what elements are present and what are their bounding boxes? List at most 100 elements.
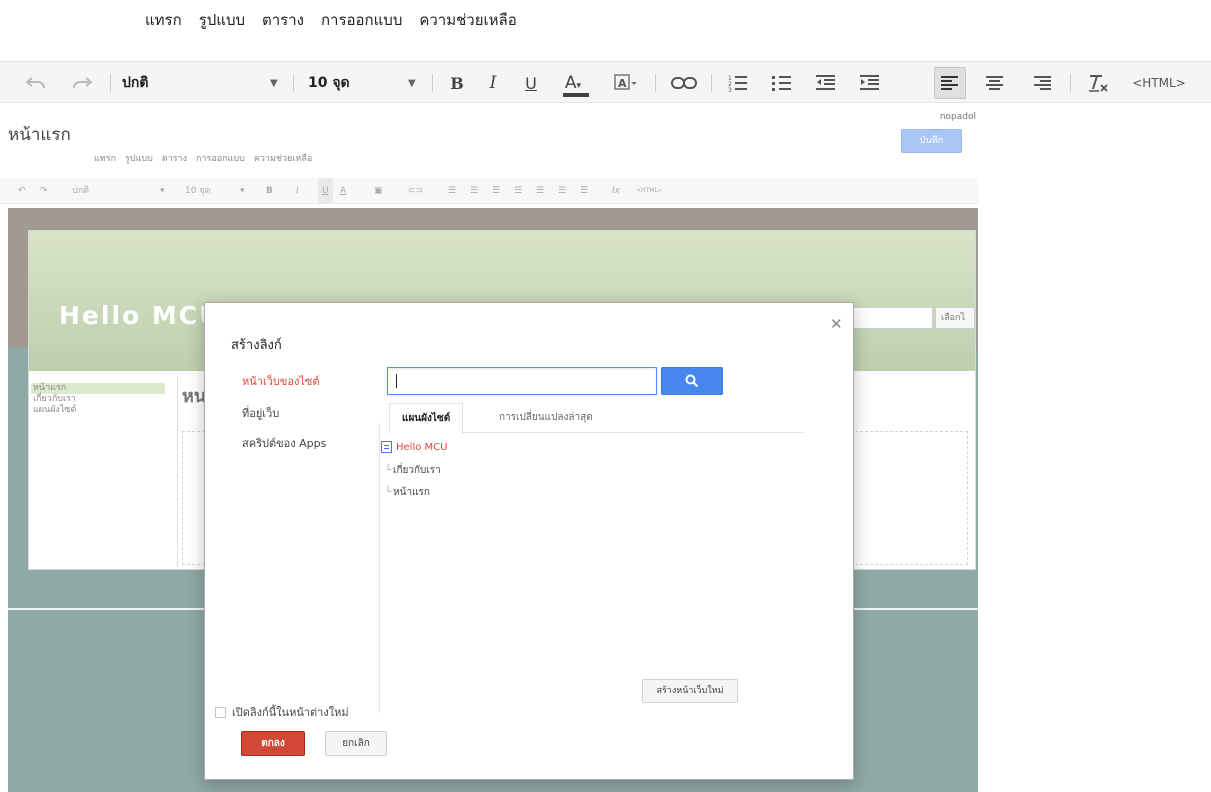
- small-align-left-icon[interactable]: ☰: [536, 178, 544, 204]
- small-toolbar: ↶ ↷ ปกติ ▾ 10 จุด ▾ B I U A ▣ ⊂⊃ ☰ ☰ ☰ ☰…: [0, 178, 978, 204]
- nav-apps-script[interactable]: สคริปต์ของ Apps: [242, 434, 326, 452]
- chevron-down-icon: ▼: [270, 77, 278, 89]
- highlight-color-button[interactable]: A: [608, 62, 644, 104]
- open-new-window-label: เปิดลิงก์นี้ในหน้าต่างใหม่: [232, 706, 349, 719]
- nav-site-pages[interactable]: หน้าเว็บของไซต์: [242, 372, 320, 390]
- bold-button[interactable]: B: [443, 62, 471, 104]
- menu-design[interactable]: การออกแบบ: [321, 8, 402, 32]
- small-redo-icon[interactable]: ↷: [40, 178, 48, 204]
- menu-format[interactable]: รูปแบบ: [199, 8, 245, 32]
- menu-bar: แทรก รูปแบบ ตาราง การออกแบบ ความช่วยเหลื…: [145, 8, 517, 32]
- search-input[interactable]: [387, 367, 657, 395]
- tab-sitemap[interactable]: แผนผังไซต์: [389, 403, 464, 434]
- tree-item-label: หน้าแรก: [393, 487, 430, 498]
- align-right-button[interactable]: [1026, 62, 1060, 104]
- small-size-select[interactable]: 10 จุด: [185, 178, 210, 204]
- font-select[interactable]: ปกติ ▼: [122, 62, 288, 104]
- create-new-page-button[interactable]: สร้างหน้าเว็บใหม่: [642, 679, 738, 703]
- numbered-list-button[interactable]: 1 2 3: [720, 62, 756, 104]
- italic-label: I: [489, 73, 497, 93]
- link-button[interactable]: [664, 62, 704, 104]
- site-nav-item[interactable]: แผนผังไซต์: [31, 405, 165, 416]
- html-label: <HTML>: [1132, 76, 1186, 90]
- small-clear-formatting-icon[interactable]: Ix: [612, 178, 620, 204]
- dialog-divider: [379, 423, 380, 713]
- chevron-down-icon: ▼: [408, 77, 416, 89]
- align-center-button[interactable]: [978, 62, 1012, 104]
- small-align-right-icon[interactable]: ☰: [580, 178, 588, 204]
- bulleted-list-icon: [772, 76, 791, 91]
- small-link-icon[interactable]: ⊂⊃: [408, 178, 423, 204]
- site-search-input[interactable]: [849, 307, 933, 329]
- small-menu-format[interactable]: รูปแบบ: [125, 151, 153, 165]
- increase-indent-button[interactable]: [852, 62, 888, 104]
- small-menu-design[interactable]: การออกแบบ: [196, 151, 245, 165]
- bulleted-list-button[interactable]: [764, 62, 800, 104]
- clear-formatting-button[interactable]: [1078, 62, 1118, 104]
- site-search-button[interactable]: เลือกไ: [935, 307, 975, 329]
- editor-toolbar: ปกติ ▼ 10 จุด ▼ B I U A▾ A 1 2 3 <HTML>: [0, 61, 1211, 103]
- toolbar-separator: [110, 74, 111, 92]
- underline-button[interactable]: U: [517, 62, 545, 104]
- italic-button[interactable]: I: [479, 62, 507, 104]
- small-bold-icon[interactable]: B: [266, 178, 273, 204]
- small-underline-icon[interactable]: U: [318, 178, 333, 204]
- open-new-window-checkbox[interactable]: [215, 706, 226, 718]
- tree-item-label: เกี่ยวกับเรา: [393, 465, 441, 476]
- text-color-label: A: [564, 73, 577, 93]
- small-decrease-indent-icon[interactable]: ☰: [492, 178, 500, 204]
- tree-root-item[interactable]: Hello MCU: [381, 441, 447, 453]
- font-size-value: 10 จุด: [308, 75, 350, 91]
- svg-text:A: A: [618, 77, 627, 90]
- small-align-center-icon[interactable]: ☰: [558, 178, 566, 204]
- chevron-down-icon: ▾: [160, 186, 165, 196]
- text-color-button[interactable]: A▾: [552, 62, 594, 104]
- small-font-select[interactable]: ปกติ: [72, 178, 89, 204]
- align-left-button[interactable]: [934, 67, 966, 99]
- tree-item[interactable]: └ เกี่ยวกับเรา: [385, 463, 441, 478]
- small-html-button[interactable]: <HTML>: [636, 178, 663, 204]
- open-new-window-option[interactable]: เปิดลิงก์นี้ในหน้าต่างใหม่: [215, 703, 349, 721]
- menu-insert[interactable]: แทรก: [145, 8, 182, 32]
- small-bulleted-list-icon[interactable]: ☰: [470, 178, 478, 204]
- site-nav-item[interactable]: เกี่ยวกับเรา: [31, 394, 165, 405]
- menu-help[interactable]: ความช่วยเหลือ: [419, 8, 516, 32]
- tree-connector-icon: └: [385, 487, 392, 498]
- small-menu-help[interactable]: ความช่วยเหลือ: [254, 151, 312, 165]
- site-main-title: หน: [182, 386, 207, 407]
- undo-icon[interactable]: [20, 62, 52, 104]
- font-size-select[interactable]: 10 จุด ▼: [308, 62, 426, 104]
- underline-label: U: [525, 73, 537, 93]
- close-icon[interactable]: ✕: [830, 315, 843, 333]
- search-icon: [685, 374, 699, 388]
- small-text-color-icon[interactable]: A: [340, 178, 346, 204]
- small-increase-indent-icon[interactable]: ☰: [514, 178, 522, 204]
- small-menu-insert[interactable]: แทรก: [94, 151, 116, 165]
- site-nav: หน้าแรก เกี่ยวกับเรา แผนผังไซต์: [31, 383, 165, 416]
- site-nav-item[interactable]: หน้าแรก: [31, 383, 165, 394]
- html-button[interactable]: <HTML>: [1124, 62, 1194, 104]
- nav-web-address[interactable]: ที่อยู่เว็บ: [242, 404, 279, 422]
- create-link-dialog: สร้างลิงก์ ✕ หน้าเว็บของไซต์ ที่อยู่เว็บ…: [204, 302, 854, 780]
- toolbar-separator: [655, 74, 656, 92]
- small-numbered-list-icon[interactable]: ☰: [448, 178, 456, 204]
- decrease-indent-button[interactable]: [808, 62, 844, 104]
- clear-formatting-icon: [1089, 75, 1108, 92]
- cancel-button[interactable]: ยกเลิก: [325, 731, 387, 756]
- ok-button[interactable]: ตกลง: [241, 731, 305, 756]
- menu-table[interactable]: ตาราง: [262, 8, 304, 32]
- site-title: Hello MCU: [59, 301, 222, 330]
- small-menu-table[interactable]: ตาราง: [162, 151, 187, 165]
- small-undo-icon[interactable]: ↶: [18, 178, 26, 204]
- save-button[interactable]: บันทึก: [901, 129, 962, 153]
- small-italic-icon[interactable]: I: [296, 178, 299, 204]
- tree-connector-icon: └: [385, 465, 392, 476]
- toolbar-separator: [293, 74, 294, 92]
- small-highlight-icon[interactable]: ▣: [374, 178, 383, 204]
- search-button[interactable]: [661, 367, 723, 395]
- redo-icon[interactable]: [66, 62, 98, 104]
- site-page-icon: [381, 441, 392, 453]
- tab-recent-changes[interactable]: การเปลี่ยนแปลงล่าสุด: [487, 403, 605, 434]
- tree-item[interactable]: └ หน้าแรก: [385, 485, 430, 500]
- svg-text:3: 3: [728, 87, 732, 92]
